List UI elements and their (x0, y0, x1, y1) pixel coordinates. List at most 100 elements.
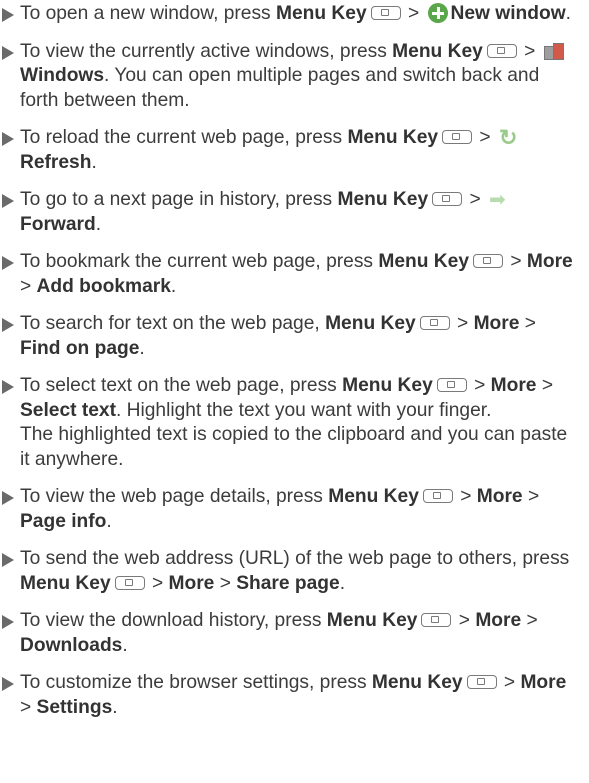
list-item: To view the download history, press Menu… (0, 609, 575, 658)
item-text: . (565, 3, 571, 24)
item-text: > (451, 313, 474, 334)
bullet-arrow-icon (2, 491, 14, 505)
option-label: Page info (20, 510, 107, 532)
menu-key-icon (486, 43, 517, 58)
menu-key-icon (114, 575, 145, 590)
item-text: To search for text on the web page, (20, 313, 326, 334)
list-item: To bookmark the current web page, press … (0, 250, 575, 299)
bullet-arrow-icon (2, 380, 14, 394)
item-text: > (468, 375, 491, 396)
item-text: > (20, 275, 37, 297)
item-text: . Highlight the text you want with your … (115, 399, 492, 421)
menu-key-label: Menu Key (325, 313, 416, 334)
instruction-list: To open a new window, press Menu Key > N… (0, 2, 575, 720)
item-text: . (122, 634, 128, 656)
item-text: . (91, 151, 97, 173)
menu-key-icon (466, 675, 497, 689)
menu-key-icon (422, 489, 453, 503)
list-item: To send the web address (URL) of the web… (0, 547, 575, 596)
list-item: To view the web page details, press Menu… (0, 485, 575, 534)
menu-key-icon (421, 613, 452, 627)
bullet-arrow-icon (2, 677, 14, 691)
list-item: To view the currently active windows, pr… (0, 40, 575, 114)
item-text: . (106, 510, 112, 532)
bullet-arrow-icon (2, 194, 14, 208)
list-item: To select text on the web page, press Me… (0, 374, 575, 472)
option-label: Share page (236, 572, 340, 594)
item-text: To send the web address (URL) of the web… (20, 548, 570, 569)
item-text: To reload the current web page, press (20, 127, 348, 148)
item-text: To open a new window, press (20, 3, 276, 24)
manual-page: To open a new window, press Menu Key > N… (0, 0, 589, 783)
bullet-arrow-icon (2, 8, 14, 22)
item-text: . (170, 275, 177, 297)
more-label: More (526, 251, 573, 272)
more-label: More (490, 375, 537, 396)
more-label: More (520, 672, 567, 693)
more-label: More (476, 486, 523, 507)
bullet-arrow-icon (2, 45, 14, 60)
more-label: More (473, 313, 520, 334)
item-text: > (214, 572, 237, 594)
item-text: > (519, 313, 536, 334)
bullet-arrow-icon (2, 132, 14, 146)
menu-key-label: Menu Key (371, 672, 463, 693)
list-item: To go to a next page in history, press M… (0, 188, 575, 237)
item-text: > (402, 3, 425, 24)
item-text: > (518, 40, 541, 62)
option-label: Forward (20, 213, 96, 235)
plus-circle-icon (427, 3, 448, 23)
more-label: More (475, 610, 522, 631)
list-item: To reload the current web page, press Me… (0, 126, 575, 175)
option-label: Find on page (20, 337, 140, 359)
menu-key-icon (370, 6, 401, 20)
item-text: > (498, 672, 521, 693)
menu-key-label: Menu Key (337, 189, 429, 210)
bullet-arrow-icon (2, 256, 14, 270)
item-text: > (522, 486, 540, 507)
menu-key-label: Menu Key (378, 251, 469, 272)
item-text: > (146, 572, 169, 594)
item-text: > (453, 610, 476, 631)
option-label: Windows (20, 65, 105, 86)
list-item: To open a new window, press Menu Key > N… (0, 2, 575, 27)
menu-key-icon (442, 130, 473, 144)
item-text: To go to a next page in history, press (20, 189, 338, 210)
menu-key-icon (436, 378, 467, 392)
item-text: To view the download history, press (20, 610, 327, 631)
item-text: > (454, 486, 477, 507)
menu-key-label: Menu Key (275, 3, 367, 24)
option-label: Refresh (20, 151, 92, 173)
item-text: > (521, 610, 538, 631)
menu-key-icon (432, 192, 463, 206)
menu-key-label: Menu Key (392, 40, 483, 62)
item-text: . (112, 696, 118, 718)
option-label: Settings (36, 696, 113, 718)
bullet-arrow-icon (2, 553, 14, 567)
option-label: Add bookmark (36, 275, 171, 297)
item-text: > (464, 189, 486, 210)
menu-key-label: Menu Key (20, 572, 111, 594)
item-text: To view the web page details, press (20, 486, 329, 507)
menu-key-label: Menu Key (347, 127, 439, 148)
menu-key-label: Menu Key (326, 610, 418, 631)
item-text: To view the currently active windows, pr… (20, 40, 393, 62)
item-text: . (339, 572, 346, 594)
item-text: To customize the browser settings, press (20, 672, 372, 693)
menu-key-icon (419, 316, 450, 330)
menu-key-label: Menu Key (328, 486, 419, 507)
option-label: New window (450, 3, 566, 24)
windows-icon (543, 42, 564, 60)
item-text: To bookmark the current web page, press (20, 251, 379, 272)
list-item: To customize the browser settings, press… (0, 671, 575, 720)
item-text: . (95, 213, 102, 235)
list-item: To search for text on the web page, Menu… (0, 312, 575, 361)
more-label: More (168, 572, 215, 594)
item-text: > (474, 127, 496, 148)
item-text: . (139, 337, 145, 359)
menu-key-icon (473, 254, 503, 268)
item-text: > (505, 251, 527, 272)
menu-key-label: Menu Key (342, 375, 433, 396)
option-label: Select text (20, 399, 116, 421)
option-label: Downloads (20, 634, 123, 656)
